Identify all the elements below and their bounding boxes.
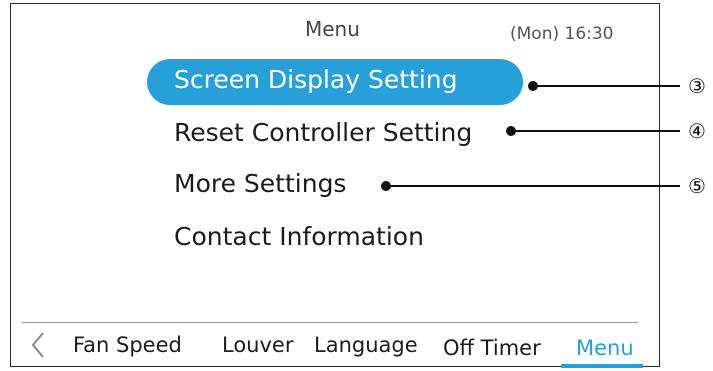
callout-5: ⑤ [381,174,706,198]
callout-4: ④ [506,119,706,143]
callout-label-3: ③ [688,74,706,98]
callout-annotations: ③ ④ ⑤ [381,74,706,198]
callout-3: ③ [528,74,706,98]
callout-label-5: ⑤ [688,174,706,198]
callout-label-4: ④ [688,119,706,143]
